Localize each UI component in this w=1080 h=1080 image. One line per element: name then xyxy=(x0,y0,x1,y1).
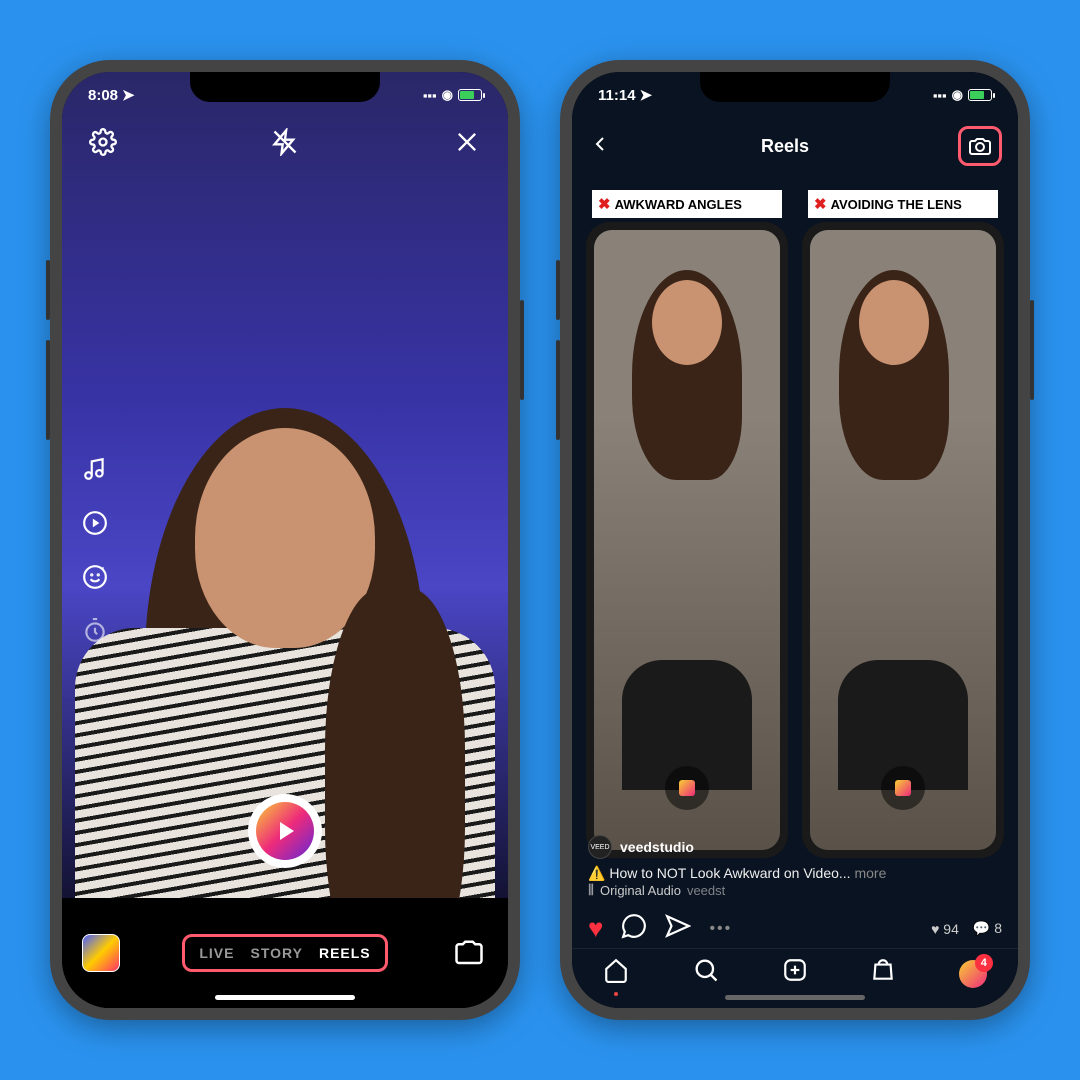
status-time: 11:14 xyxy=(598,87,636,104)
nav-home[interactable] xyxy=(603,957,629,990)
more-link[interactable]: more xyxy=(854,865,886,881)
overlay-label-awkward: ✖ AWKWARD ANGLES xyxy=(592,190,782,218)
like-button[interactable]: ♥ xyxy=(588,913,603,944)
wifi-icon: ◉ xyxy=(442,87,453,103)
author-username[interactable]: veedstudio xyxy=(620,839,694,855)
nav-profile[interactable]: 4 xyxy=(959,960,987,988)
phone-right: 11:14 ➤ ▪▪▪ ◉ Reels ✖ AWKWARD ANGLES xyxy=(560,60,1030,1020)
home-indicator[interactable] xyxy=(725,995,865,1000)
reel-metadata: VEED veedstudio ⚠️ How to NOT Look Awkwa… xyxy=(588,835,1002,898)
record-icon xyxy=(881,766,925,810)
comment-count[interactable]: 💬 8 xyxy=(973,920,1002,937)
settings-button[interactable] xyxy=(88,127,118,157)
x-icon: ✖ xyxy=(598,195,611,213)
signal-icon: ▪▪▪ xyxy=(933,88,947,103)
overlay-label-avoiding: ✖ AVOIDING THE LENS xyxy=(808,190,998,218)
like-count[interactable]: ♥ 94 xyxy=(931,921,959,937)
audio-attribution[interactable]: ⫼ Original Audio veedst xyxy=(588,882,1002,898)
bottom-nav: 4 xyxy=(572,948,1018,998)
close-button[interactable] xyxy=(452,127,482,157)
nav-search[interactable] xyxy=(692,956,720,991)
mode-tabs-highlight: LIVE STORY REELS xyxy=(182,934,387,972)
gallery-button[interactable] xyxy=(82,934,120,972)
timer-tool[interactable] xyxy=(78,614,112,648)
phone-left: 8:08 ➤ ▪▪▪ ◉ xyxy=(50,60,520,1020)
tab-reels[interactable]: REELS xyxy=(319,945,371,961)
comparison-phone-right: ✖ AVOIDING THE LENS 12:19 xyxy=(802,222,1004,858)
shutter-button[interactable] xyxy=(248,794,322,868)
tab-story[interactable]: STORY xyxy=(250,945,302,961)
tab-live[interactable]: LIVE xyxy=(199,945,234,961)
comparison-phone-left: ✖ AWKWARD ANGLES 12:19 xyxy=(586,222,788,858)
wifi-icon: ◉ xyxy=(952,87,963,103)
effects-tool[interactable] xyxy=(78,560,112,594)
comment-button[interactable] xyxy=(621,913,647,944)
share-button[interactable] xyxy=(665,913,691,944)
reel-video-area[interactable]: ✖ AWKWARD ANGLES 12:19 ✖ AV xyxy=(572,222,1018,858)
flash-off-button[interactable] xyxy=(270,127,300,157)
reels-icon xyxy=(256,802,314,860)
audio-icon: ⫼ xyxy=(588,882,594,898)
author-avatar[interactable]: VEED xyxy=(588,835,612,859)
screen-right: 11:14 ➤ ▪▪▪ ◉ Reels ✖ AWKWARD ANGLES xyxy=(572,72,1018,1008)
screen-left: 8:08 ➤ ▪▪▪ ◉ xyxy=(62,72,508,1008)
status-time: 8:08 xyxy=(88,87,118,104)
creative-tools xyxy=(78,452,112,648)
speed-tool[interactable] xyxy=(78,506,112,540)
more-options-button[interactable]: ••• xyxy=(709,920,732,938)
record-icon xyxy=(665,766,709,810)
signal-icon: ▪▪▪ xyxy=(423,88,437,103)
notification-badge: 4 xyxy=(975,954,993,972)
back-button[interactable] xyxy=(588,132,612,161)
reel-caption[interactable]: ⚠️ How to NOT Look Awkward on Video... m… xyxy=(588,865,1002,882)
reels-header: Reels xyxy=(572,122,1018,170)
page-title: Reels xyxy=(761,136,809,157)
camera-button-highlight[interactable] xyxy=(958,126,1002,166)
music-tool[interactable] xyxy=(78,452,112,486)
battery-icon xyxy=(458,89,482,101)
x-icon: ✖ xyxy=(814,195,827,213)
home-indicator[interactable] xyxy=(215,995,355,1000)
battery-icon xyxy=(968,89,992,101)
nav-shop[interactable] xyxy=(870,957,896,990)
nav-create[interactable] xyxy=(782,957,808,990)
flip-camera-button[interactable] xyxy=(450,934,488,972)
